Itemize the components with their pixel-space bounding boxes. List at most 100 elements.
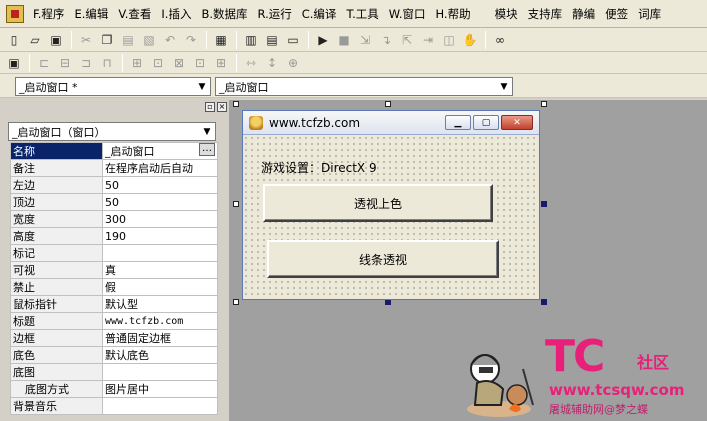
menu-notes[interactable]: 便签 [600, 0, 633, 28]
layout-1-icon[interactable]: ▥ [241, 30, 261, 50]
class-combo[interactable]: _启动窗口 * ▼ [15, 77, 211, 96]
menu-static-compile[interactable]: 静编 [567, 0, 600, 28]
object-combo[interactable]: _启动窗口 ▼ [215, 77, 513, 96]
menu-view[interactable]: V.查看 [113, 0, 156, 28]
resize-handle[interactable] [541, 201, 547, 207]
chevron-down-icon[interactable]: ▼ [194, 78, 210, 95]
run-icon[interactable]: ▶ [313, 30, 333, 50]
resize-handle[interactable] [233, 101, 239, 107]
property-value[interactable] [102, 397, 218, 415]
property-value[interactable]: 50 [102, 176, 218, 194]
same-width-icon[interactable]: ⊠ [169, 53, 189, 73]
align-top-icon[interactable]: ⊓ [97, 53, 117, 73]
property-row[interactable]: 标记 [10, 244, 218, 262]
cut-icon[interactable]: ✂ [76, 30, 96, 50]
resize-handle[interactable] [541, 299, 547, 305]
resize-handle[interactable] [233, 201, 239, 207]
line-esp-button[interactable]: 线条透视 [267, 240, 499, 278]
same-size-icon[interactable]: ⊞ [211, 53, 231, 73]
menu-help[interactable]: H.帮助 [430, 0, 475, 28]
property-row[interactable]: 禁止假 [10, 278, 218, 296]
property-value[interactable]: 190 [102, 227, 218, 245]
align-left-icon[interactable]: ⊏ [34, 53, 54, 73]
layout-3-icon[interactable]: ▭ [283, 30, 303, 50]
redo-icon[interactable]: ↷ [181, 30, 201, 50]
resize-handle[interactable] [233, 299, 239, 305]
space-vertical-icon[interactable]: ↕ [262, 53, 282, 73]
maximize-icon[interactable]: ▢ [473, 115, 499, 130]
align-right-icon[interactable]: ⊐ [76, 53, 96, 73]
minimize-icon[interactable]: ▁ [445, 115, 471, 130]
property-row[interactable]: 名称 _启动窗口… [10, 142, 218, 160]
resize-handle[interactable] [541, 101, 547, 107]
property-row[interactable]: 底色 默认底色 [10, 346, 218, 364]
property-row[interactable]: 顶边 50 [10, 193, 218, 211]
startup-form[interactable]: www.tcfzb.com ▁ ▢ ✕ 游戏设置：DirectX 9 透视上色 … [242, 110, 540, 300]
property-value[interactable]: www.tcfzb.com [102, 312, 218, 330]
same-height-icon[interactable]: ⊡ [190, 53, 210, 73]
property-row[interactable]: 底图方式 图片居中 [10, 380, 218, 398]
close-panel-icon[interactable]: × [217, 102, 227, 112]
save-icon[interactable]: ▣ [46, 30, 66, 50]
step-into-icon[interactable]: ⇲ [355, 30, 375, 50]
property-value[interactable]: 在程序启动后自动 [102, 159, 218, 177]
menu-window[interactable]: W.窗口 [384, 0, 431, 28]
menu-word-library[interactable]: 词库 [633, 0, 666, 28]
property-value[interactable]: 真 [102, 261, 218, 279]
property-value[interactable]: 默认型 [102, 295, 218, 313]
menu-program[interactable]: F.程序 [28, 0, 69, 28]
step-out-icon[interactable]: ⇱ [397, 30, 417, 50]
menu-edit[interactable]: E.编辑 [69, 0, 113, 28]
undo-icon[interactable]: ↶ [160, 30, 180, 50]
property-row[interactable]: 可视真 [10, 261, 218, 279]
form-titlebar[interactable]: www.tcfzb.com ▁ ▢ ✕ [243, 111, 539, 135]
property-row[interactable]: 备注 在程序启动后自动 [10, 159, 218, 177]
tint-esp-button[interactable]: 透视上色 [263, 184, 493, 222]
form-icon[interactable]: ▣ [4, 53, 24, 73]
paste-icon[interactable]: ▤ [118, 30, 138, 50]
menu-compile[interactable]: C.编译 [297, 0, 342, 28]
property-value[interactable] [102, 244, 218, 262]
more-icon[interactable]: … [199, 143, 215, 156]
breakpoint-icon[interactable]: ◫ [439, 30, 459, 50]
property-row[interactable]: 高度 190 [10, 227, 218, 245]
restore-panel-icon[interactable]: ▫ [205, 102, 215, 112]
delete-icon[interactable]: ▧ [139, 30, 159, 50]
property-row[interactable]: 背景音乐 [10, 397, 218, 415]
menu-database[interactable]: B.数据库 [196, 0, 252, 28]
property-value[interactable]: _启动窗口… [102, 142, 218, 160]
hand-icon[interactable]: ✋ [460, 30, 480, 50]
close-icon[interactable]: ✕ [501, 115, 533, 130]
property-row[interactable]: 边框 普通固定边框 [10, 329, 218, 347]
property-value[interactable]: 假 [102, 278, 218, 296]
property-value[interactable]: 图片居中 [102, 380, 218, 398]
property-value[interactable]: 50 [102, 193, 218, 211]
run-to-cursor-icon[interactable]: ⇥ [418, 30, 438, 50]
property-value[interactable]: 普通固定边框 [102, 329, 218, 347]
center-form-icon[interactable]: ⊕ [283, 53, 303, 73]
property-row[interactable]: 底图 [10, 363, 218, 381]
menu-run[interactable]: R.运行 [253, 0, 297, 28]
stop-icon[interactable]: ■ [334, 30, 354, 50]
menu-support-lib[interactable]: 支持库 [523, 0, 568, 28]
property-row[interactable]: 左边 50 [10, 176, 218, 194]
component-selector[interactable]: _启动窗口（窗口） ▼ [8, 122, 216, 141]
menu-insert[interactable]: I.插入 [156, 0, 196, 28]
property-row[interactable]: 鼠标指针 默认型 [10, 295, 218, 313]
align-middle-icon[interactable]: ⊞ [127, 53, 147, 73]
menu-module[interactable]: 模块 [490, 0, 523, 28]
menu-tools[interactable]: T.工具 [341, 0, 383, 28]
binoculars-icon[interactable]: ∞ [490, 30, 510, 50]
property-value[interactable]: 300 [102, 210, 218, 228]
new-file-icon[interactable]: ▯ [4, 30, 24, 50]
space-horizontal-icon[interactable]: ⇿ [241, 53, 261, 73]
layout-2-icon[interactable]: ▤ [262, 30, 282, 50]
copy-icon[interactable]: ❐ [97, 30, 117, 50]
property-row[interactable]: 标题 www.tcfzb.com [10, 312, 218, 330]
open-folder-icon[interactable]: ▱ [25, 30, 45, 50]
align-center-icon[interactable]: ⊟ [55, 53, 75, 73]
chevron-down-icon[interactable]: ▼ [496, 78, 512, 95]
property-value[interactable] [102, 363, 218, 381]
align-bottom-icon[interactable]: ⊡ [148, 53, 168, 73]
find-icon[interactable]: ▦ [211, 30, 231, 50]
